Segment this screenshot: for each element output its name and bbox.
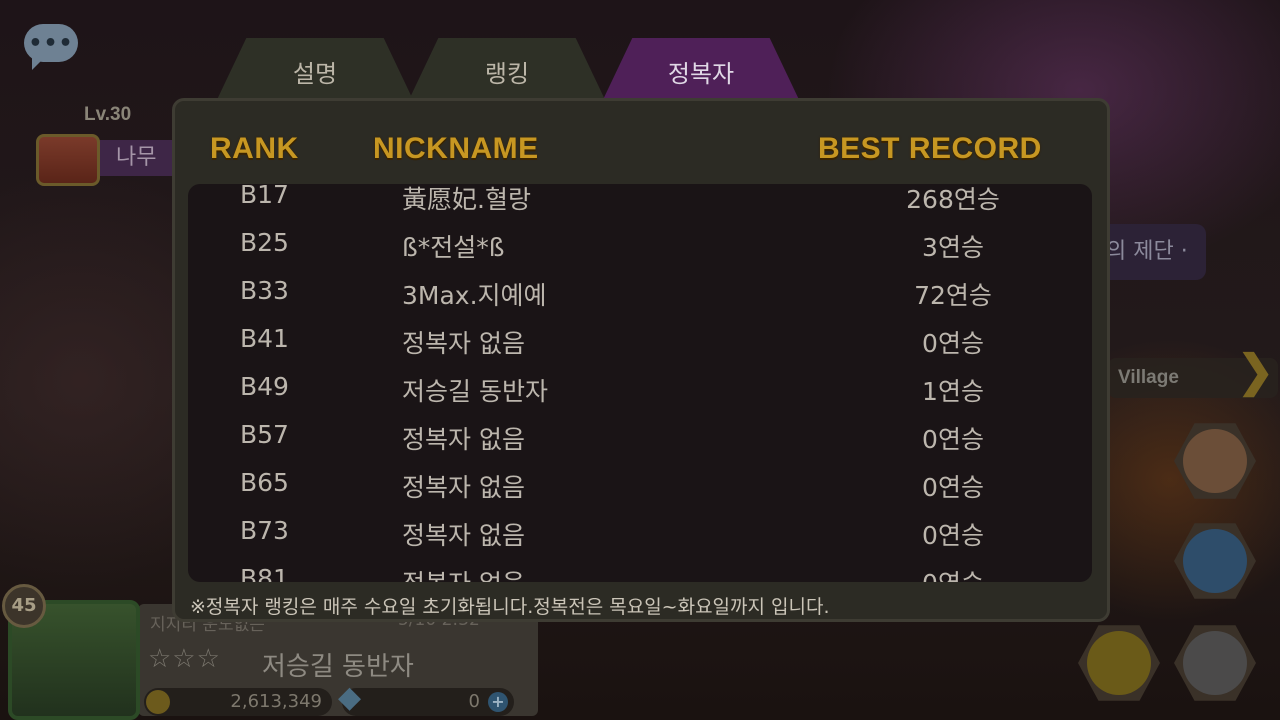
table-row: B49 저승길 동반자 1연승 (188, 362, 1092, 410)
player-name: 저승길 동반자 (262, 652, 414, 682)
row-rank: B73 (240, 516, 289, 545)
altar-button[interactable]: 의 제단 · (1096, 224, 1206, 280)
friends-icon (1183, 529, 1247, 593)
row-rank: B33 (240, 276, 289, 305)
table-row: B25 ß*전설*ß 3연승 (188, 218, 1092, 266)
row-rank: B65 (240, 468, 289, 497)
table-row: B17 黃愿妃.혈랑 268연승 (188, 184, 1092, 218)
star-rating: ☆☆☆ (148, 644, 221, 674)
row-nickname: 3Max.지예예 (402, 281, 547, 310)
row-record: 0연승 (922, 425, 984, 454)
tab-description[interactable]: 설명 (214, 38, 416, 106)
row-nickname: 정복자 없음 (402, 473, 525, 502)
tab-label: 설명 (292, 59, 338, 88)
chat-bubble-icon[interactable]: ••• (24, 24, 78, 70)
row-rank: B41 (240, 324, 289, 353)
row-nickname: ß*전설*ß (402, 233, 505, 262)
diamond-icon: ◆ (338, 680, 362, 715)
chest-button[interactable]: 나무 (36, 132, 186, 186)
row-record: 0연승 (922, 473, 984, 502)
row-rank: B57 (240, 420, 289, 449)
add-gems-button[interactable]: + (488, 692, 508, 712)
player-level: Lv.30 (84, 104, 132, 125)
egg-icon (1087, 631, 1151, 695)
row-rank: B25 (240, 228, 289, 257)
table-row: B65 정복자 없음 0연승 (188, 458, 1092, 506)
conqueror-list[interactable]: B17 黃愿妃.혈랑 268연승 B25 ß*전설*ß 3연승 B33 3Max… (188, 184, 1092, 582)
chevron-right-icon: ❯ (1237, 347, 1274, 396)
table-row: B73 정복자 없음 0연승 (188, 506, 1092, 554)
row-rank: B17 (240, 184, 289, 209)
treasure-chest-icon (36, 134, 100, 186)
row-record: 1연승 (922, 377, 984, 406)
row-nickname: 黃愿妃.혈랑 (402, 185, 531, 214)
row-record: 0연승 (888, 564, 1018, 582)
column-header-best-record: BEST RECORD (818, 132, 1042, 165)
reset-notice: ※정복자 랭킹은 매주 수요일 초기화됩니다.정복전은 목요일~화요일까지 입니… (190, 596, 830, 618)
village-label: Village (1118, 367, 1179, 388)
row-rank: B81 (240, 564, 289, 582)
row-record: 72연승 (914, 281, 992, 310)
tab-label: 정복자 (667, 59, 735, 88)
row-record: 0연승 (922, 329, 984, 358)
tab-ranking[interactable]: 랭킹 (406, 38, 608, 106)
row-rank: B49 (240, 372, 289, 401)
row-record: 3연승 (922, 233, 984, 262)
player-level-badge: 45 (2, 584, 46, 628)
column-header-rank: RANK (210, 132, 299, 165)
row-record: 0연승 (922, 521, 984, 550)
village-button[interactable]: Village ❯ (1108, 350, 1278, 398)
table-row: B41 정복자 없음 0연승 (188, 314, 1092, 362)
tab-label: 랭킹 (484, 59, 530, 88)
row-nickname: 정복자 없음 (402, 564, 525, 582)
table-row: B57 정복자 없음 0연승 (188, 410, 1092, 458)
merchant-face-icon (1183, 429, 1247, 493)
gold-counter: 2,613,349 (144, 688, 332, 716)
table-row: B81 정복자 없음 0연승 (188, 554, 1092, 582)
gem-count: 0 (468, 691, 480, 712)
row-nickname: 정복자 없음 (402, 329, 525, 358)
row-nickname: 저승길 동반자 (402, 377, 548, 406)
column-header-nickname: NICKNAME (373, 132, 539, 165)
table-row: B33 3Max.지예예 72연승 (188, 266, 1092, 314)
gem-counter: ◆ 0 + (338, 683, 514, 716)
row-nickname: 정복자 없음 (402, 425, 525, 454)
row-nickname: 정복자 없음 (402, 521, 525, 550)
tab-conquerors[interactable]: 정복자 (600, 38, 802, 106)
row-record: 268연승 (906, 185, 1000, 214)
gear-icon (1183, 631, 1247, 695)
